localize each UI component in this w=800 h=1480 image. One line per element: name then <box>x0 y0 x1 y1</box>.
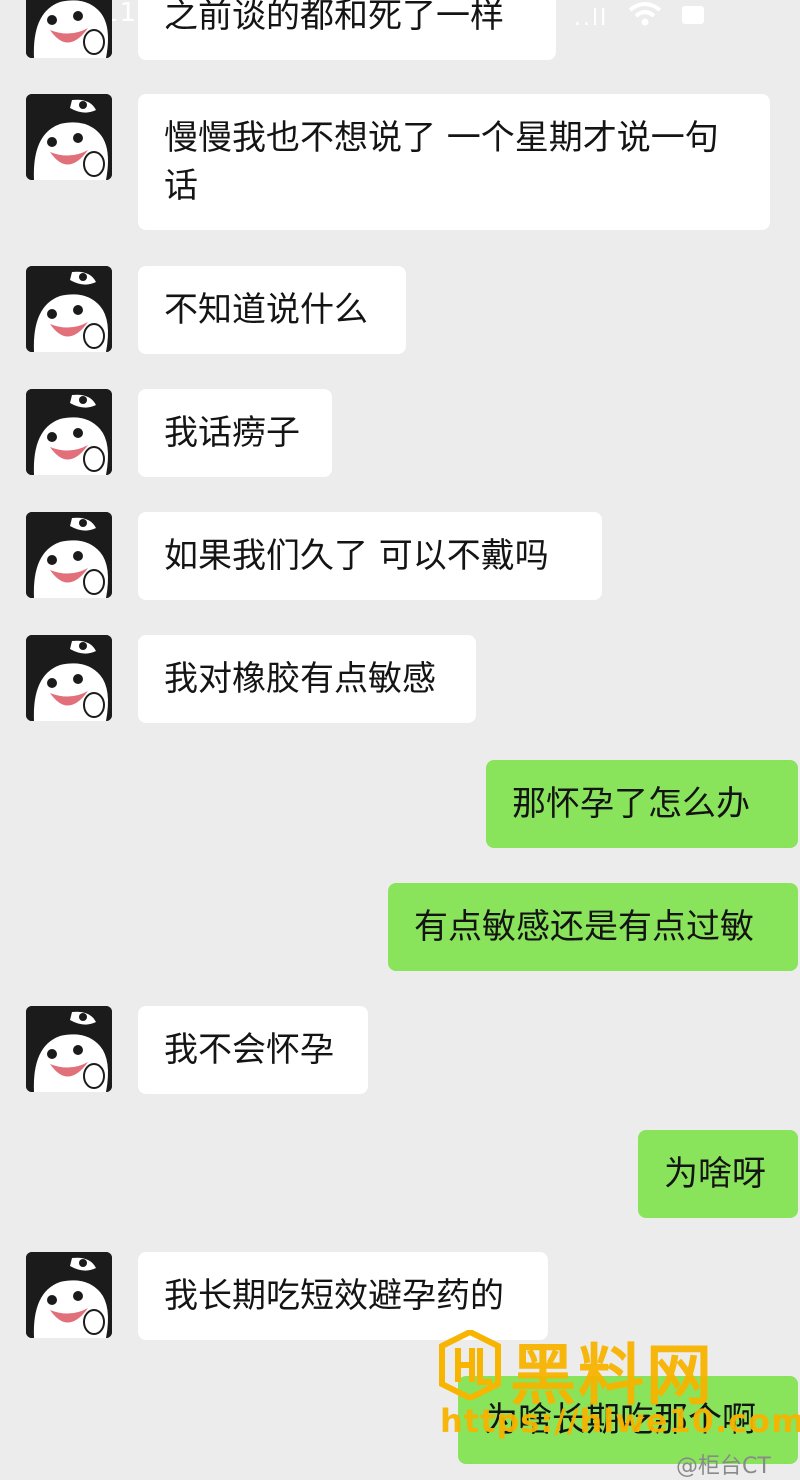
cartoon-avatar[interactable] <box>26 512 112 598</box>
incoming-message-bubble[interactable]: 我不会怀孕 <box>138 1006 368 1094</box>
cartoon-avatar[interactable] <box>26 1252 112 1338</box>
cartoon-avatar[interactable] <box>26 389 112 475</box>
incoming-message-bubble[interactable]: 之前谈的都和死了一样 <box>138 0 556 60</box>
incoming-message-bubble[interactable]: 不知道说什么 <box>138 266 406 354</box>
credit-text: @柜台CT <box>676 1454 771 1479</box>
incoming-message-bubble[interactable]: 如果我们久了 可以不戴吗 <box>138 512 602 600</box>
cartoon-avatar[interactable] <box>26 0 112 58</box>
cartoon-avatar[interactable] <box>26 266 112 352</box>
battery-icon <box>682 6 704 24</box>
outgoing-message-bubble[interactable]: 为啥呀 <box>638 1130 798 1218</box>
cartoon-avatar[interactable] <box>26 94 112 180</box>
cartoon-avatar[interactable] <box>26 635 112 721</box>
incoming-message-bubble[interactable]: 我长期吃短效避孕药的 <box>138 1252 548 1340</box>
chat-area: 11 ..ll 之前谈的都和死了一样 慢慢我也不想说了 一个星期才说一句话 不知… <box>0 0 800 1471</box>
signal-icon: ..ll <box>574 6 609 31</box>
outgoing-message-bubble[interactable]: 那怀孕了怎么办 <box>486 760 798 848</box>
incoming-message-bubble[interactable]: 我话痨子 <box>138 389 332 477</box>
cartoon-avatar[interactable] <box>26 1006 112 1092</box>
incoming-message-bubble[interactable]: 我对橡胶有点敏感 <box>138 635 476 723</box>
outgoing-message-bubble[interactable]: 有点敏感还是有点过敏 <box>388 883 798 971</box>
incoming-message-bubble[interactable]: 慢慢我也不想说了 一个星期才说一句话 <box>138 94 770 230</box>
wifi-icon <box>628 0 662 37</box>
